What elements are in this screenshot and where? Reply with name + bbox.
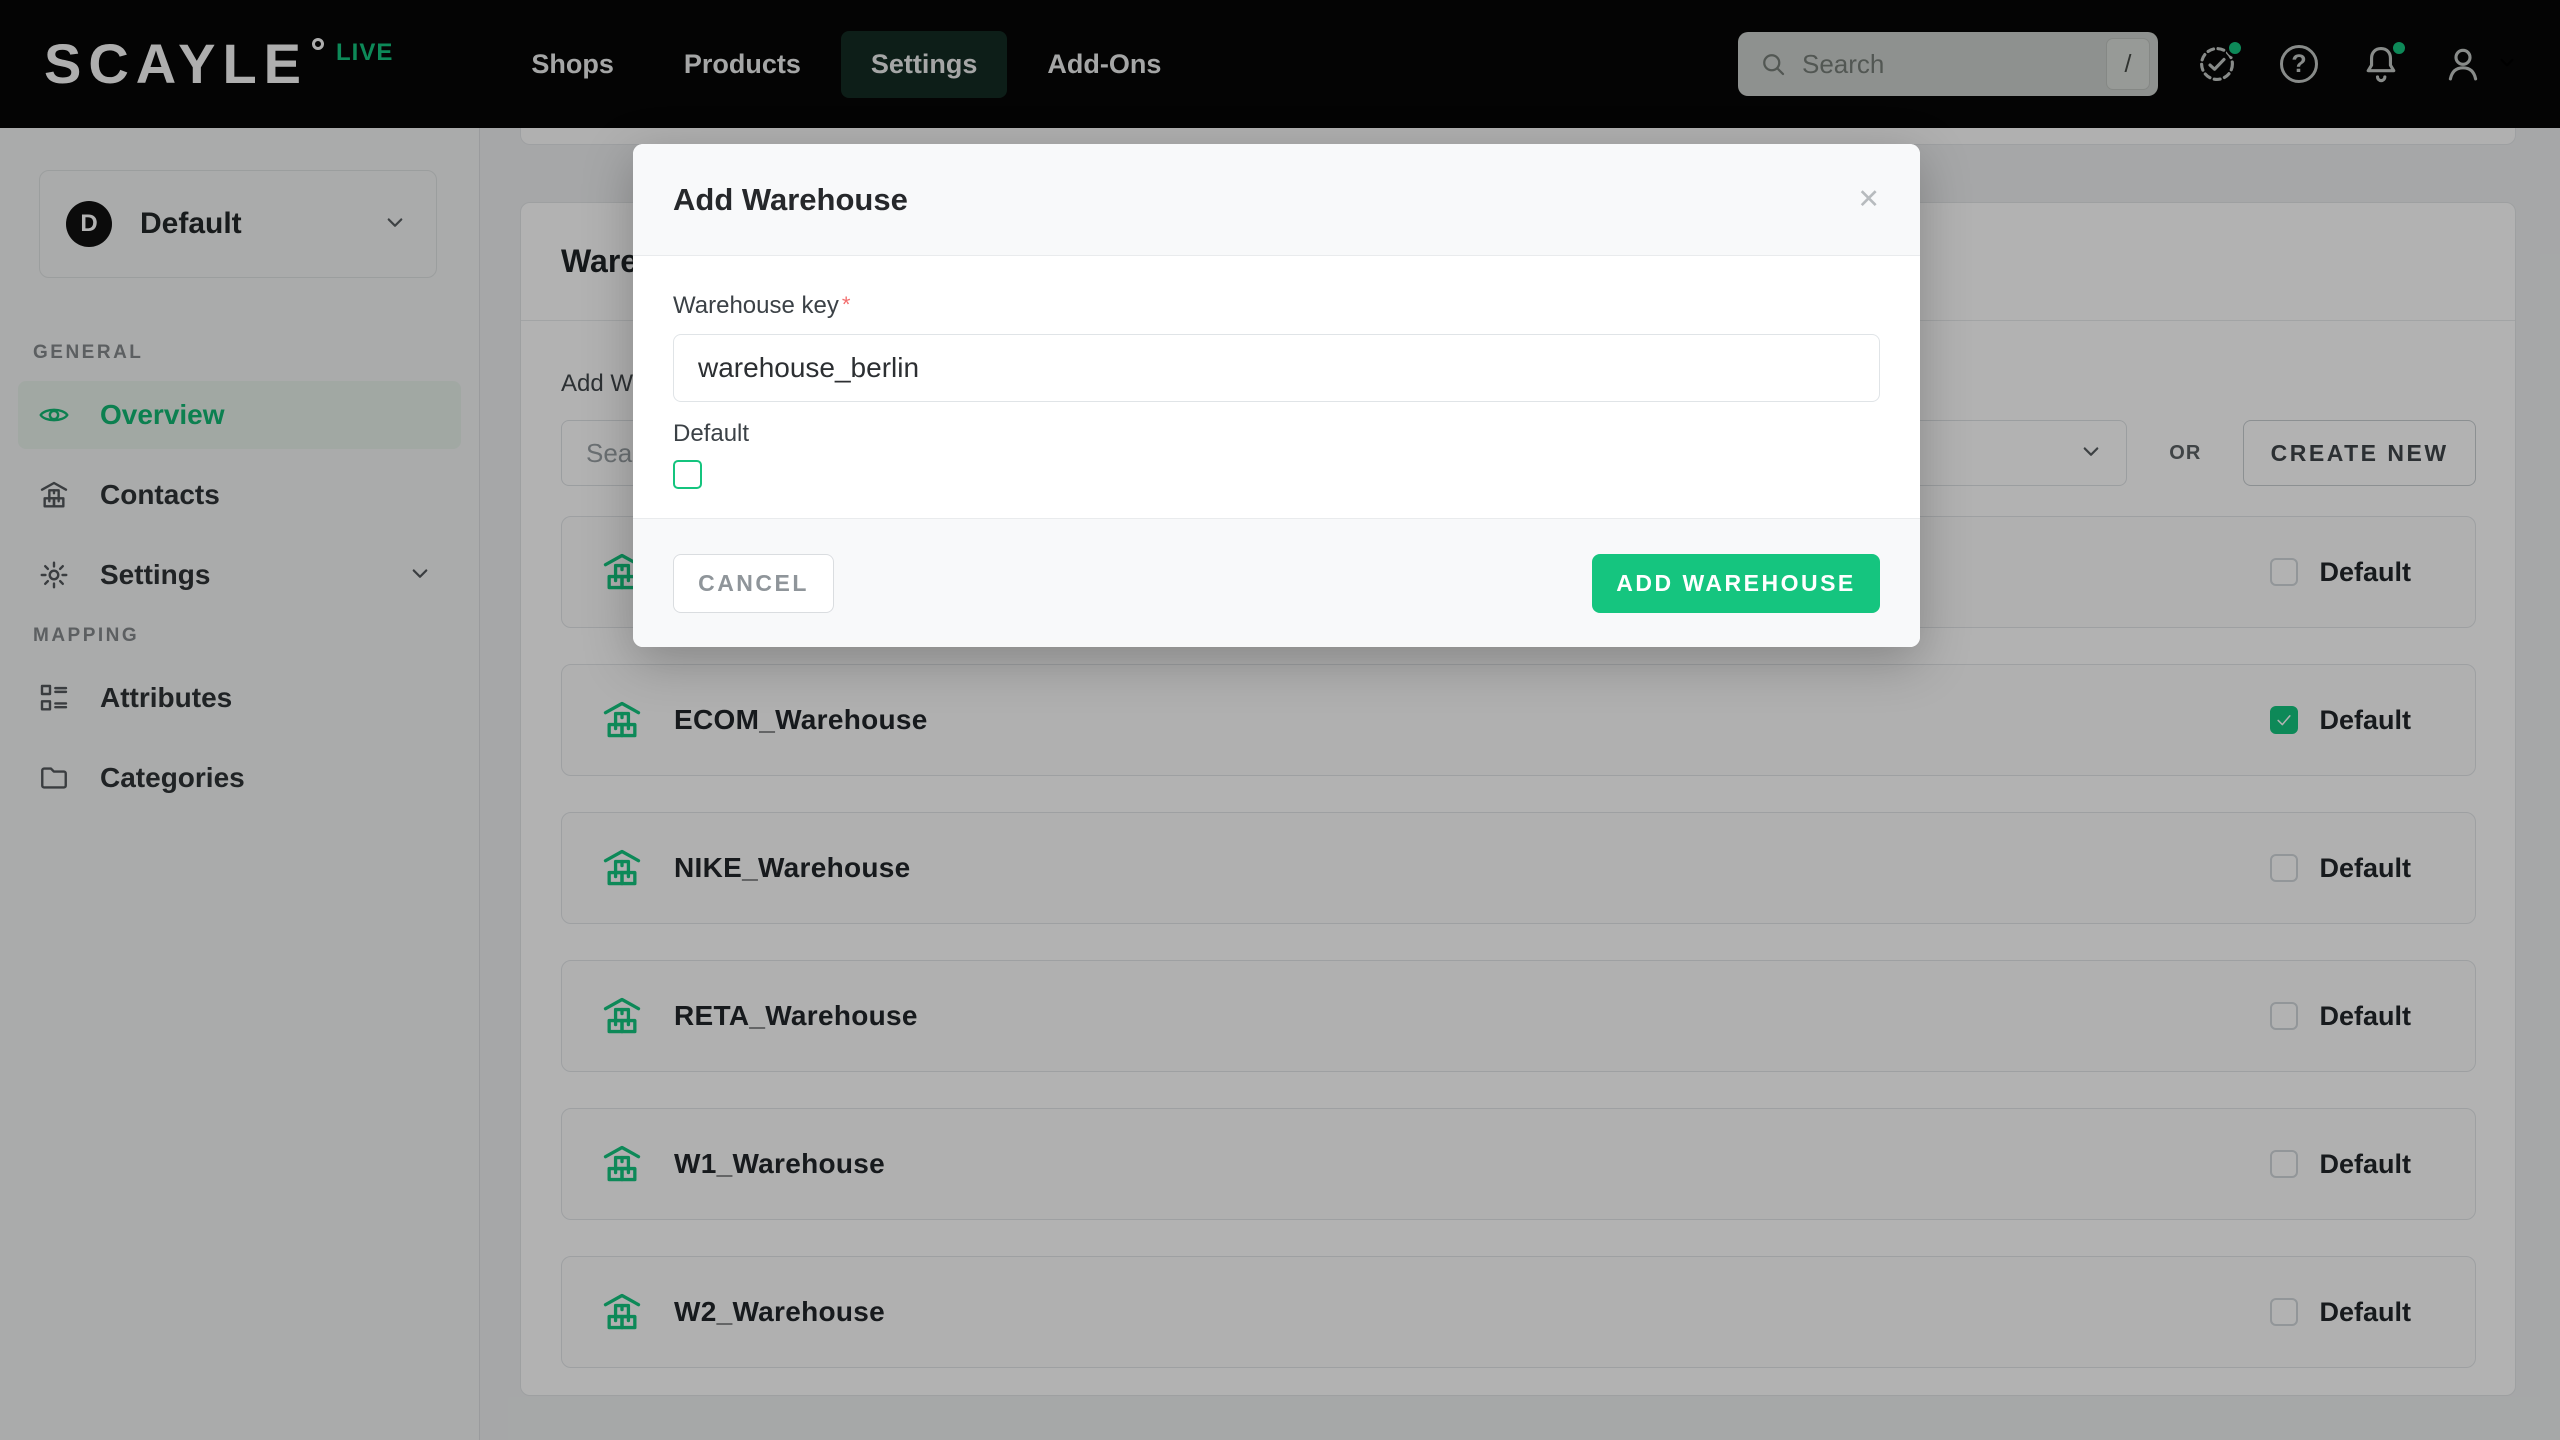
modal-footer: CANCEL ADD WAREHOUSE	[633, 518, 1920, 647]
warehouse-key-label: Warehouse key*	[673, 292, 1880, 320]
app-screen: SCAYLE LIVE Shops Products Settings Add-…	[0, 0, 2560, 1440]
default-field-label: Default	[673, 420, 1880, 448]
add-warehouse-button[interactable]: ADD WAREHOUSE	[1592, 554, 1880, 613]
modal-header: Add Warehouse ✕	[633, 144, 1920, 256]
cancel-button[interactable]: CANCEL	[673, 554, 834, 613]
modal-title: Add Warehouse	[673, 182, 908, 218]
warehouse-key-input[interactable]	[673, 334, 1880, 402]
close-icon[interactable]: ✕	[1857, 186, 1880, 213]
add-warehouse-modal: Add Warehouse ✕ Warehouse key* Default C…	[633, 144, 1920, 647]
warehouse-key-label-text: Warehouse key	[673, 292, 839, 319]
default-checkbox[interactable]	[673, 460, 702, 489]
required-asterisk: *	[842, 292, 851, 317]
modal-body: Warehouse key* Default	[633, 256, 1920, 489]
